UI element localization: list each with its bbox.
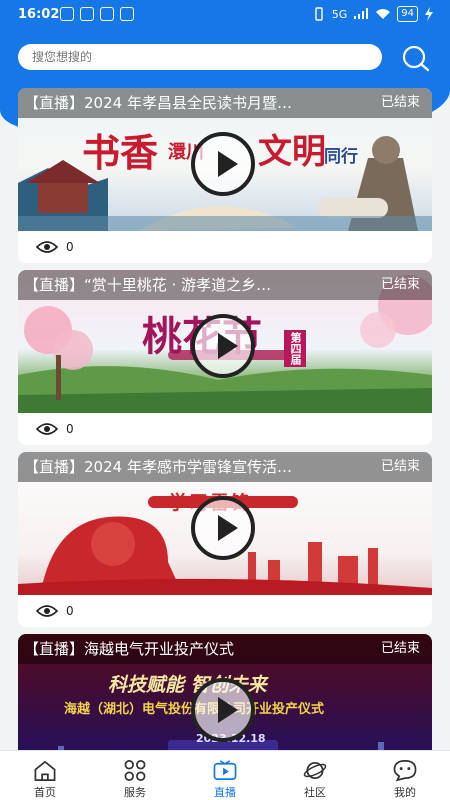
status-bar: 16:02 5G 94 [0, 0, 450, 30]
live-list: 书香 澴川 文明 同行 【直播】2024 年孝昌县全民读书月暨… 已结束 0 第… [18, 88, 432, 750]
eye-icon [36, 605, 58, 617]
play-button[interactable] [191, 496, 255, 560]
tab-profile[interactable]: 我的 [360, 751, 450, 800]
tab-label: 我的 [394, 786, 416, 799]
charging-icon [425, 7, 433, 21]
bottom-tab-bar: 首页 服务 直播 社区 我的 [0, 750, 450, 800]
view-count-value: 0 [66, 240, 74, 254]
signal-label: 5G [331, 7, 348, 21]
app-notification-icon [100, 7, 114, 21]
status-right: 5G 94 [312, 6, 434, 22]
play-button[interactable] [191, 678, 255, 742]
art-subtitle: 同行 [324, 147, 358, 167]
battery-indicator: 94 [397, 6, 418, 22]
live-card[interactable]: 书香 澴川 文明 同行 【直播】2024 年孝昌县全民读书月暨… 已结束 0 [18, 88, 432, 263]
tv-play-icon [213, 760, 237, 780]
live-thumbnail[interactable]: 科技赋能 智创未来 海越（湖北）电气投份有限公司开业投产仪式 2023.12.1… [18, 634, 432, 750]
wifi-icon [376, 9, 391, 19]
live-thumbnail[interactable]: 书香 澴川 文明 同行 【直播】2024 年孝昌县全民读书月暨… 已结束 [18, 88, 432, 231]
live-card[interactable]: 科技赋能 智创未来 海越（湖北）电气投份有限公司开业投产仪式 2023.12.1… [18, 634, 432, 750]
live-title-bar: 【直播】海越电气开业投产仪式 已结束 [18, 634, 432, 664]
live-status: 已结束 [380, 641, 420, 656]
live-card[interactable]: 桃花节 第四届 【直播】“赏十里桃花 · 游孝道之乡… 已结束 0 [18, 270, 432, 445]
eye-icon [36, 423, 58, 435]
app-notification-icon [120, 7, 134, 21]
live-card[interactable]: 学习雷锋 【直播】2024 年孝感市学雷锋宣传活… 已结束 0 [18, 452, 432, 627]
app-notification-icon [60, 7, 74, 21]
view-count: 0 [36, 604, 74, 618]
live-status: 已结束 [380, 277, 420, 292]
live-status: 已结束 [380, 95, 420, 110]
search-button[interactable] [400, 44, 430, 72]
art-title-right: 文明 [258, 132, 326, 172]
eye-icon [36, 241, 58, 253]
view-count: 0 [36, 240, 74, 254]
live-thumbnail[interactable]: 学习雷锋 【直播】2024 年孝感市学雷锋宣传活… 已结束 [18, 452, 432, 595]
art-badge: 第四届 [284, 330, 306, 367]
view-count: 0 [36, 422, 74, 436]
planet-icon [303, 761, 327, 780]
play-button[interactable] [191, 132, 255, 196]
notification-icons [60, 7, 134, 21]
live-status: 已结束 [380, 459, 420, 474]
signal-icon [354, 8, 369, 19]
live-title-bar: 【直播】2024 年孝感市学雷锋宣传活… 已结束 [18, 452, 432, 482]
view-count-value: 0 [66, 604, 74, 618]
grid-icon [124, 760, 146, 781]
view-count-value: 0 [66, 422, 74, 436]
live-title-bar: 【直播】“赏十里桃花 · 游孝道之乡… 已结束 [18, 270, 432, 300]
live-title: 【直播】2024 年孝感市学雷锋宣传活… [24, 458, 292, 476]
live-title-bar: 【直播】2024 年孝昌县全民读书月暨… 已结束 [18, 88, 432, 118]
tab-community[interactable]: 社区 [270, 751, 360, 800]
live-title: 【直播】海越电气开业投产仪式 [24, 640, 235, 658]
live-thumbnail[interactable]: 桃花节 第四届 【直播】“赏十里桃花 · 游孝道之乡… 已结束 [18, 270, 432, 413]
search-input[interactable] [18, 44, 382, 70]
tab-live[interactable]: 直播 [180, 751, 270, 800]
tab-label: 服务 [124, 786, 146, 799]
live-title: 【直播】2024 年孝昌县全民读书月暨… [24, 94, 292, 112]
usb-icon [80, 7, 94, 21]
tab-home[interactable]: 首页 [0, 751, 90, 800]
search-icon [402, 45, 430, 72]
play-button[interactable] [191, 314, 255, 378]
chat-face-icon [393, 760, 417, 782]
vibrate-icon [315, 7, 323, 21]
tab-label: 直播 [214, 786, 236, 799]
live-title: 【直播】“赏十里桃花 · 游孝道之乡… [24, 276, 272, 294]
home-icon [34, 760, 56, 781]
tab-label: 社区 [304, 786, 326, 799]
status-time: 16:02 [18, 7, 60, 22]
art-title-main: 书香 [82, 130, 159, 175]
tab-services[interactable]: 服务 [90, 751, 180, 800]
tab-label: 首页 [34, 786, 56, 799]
